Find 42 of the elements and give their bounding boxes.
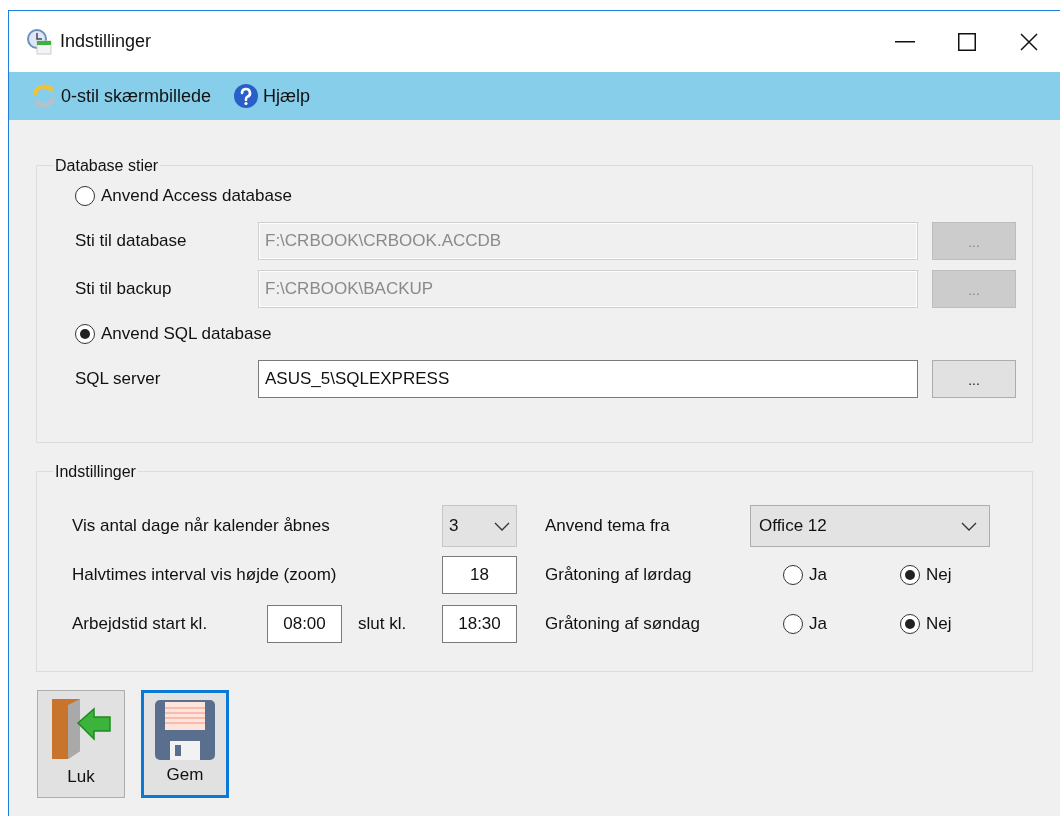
text-field[interactable]: 08:00: [267, 605, 342, 643]
text-field[interactable]: 18: [442, 556, 517, 594]
field-label: Sti til backup: [75, 278, 173, 301]
radio-button[interactable]: [783, 614, 803, 634]
radio-button[interactable]: [75, 186, 95, 206]
field-label: Gråtoning af lørdag: [545, 564, 693, 587]
browse-button[interactable]: ...: [932, 360, 1016, 398]
clock-calendar-icon: [26, 27, 52, 56]
toolbar-button[interactable]: 0-stil skærmbillede: [31, 82, 212, 110]
field-label: SQL server: [75, 368, 162, 391]
radio-label: Anvend SQL database: [101, 323, 272, 346]
chevron-down-icon: [961, 521, 977, 531]
chevron-down-icon: [494, 521, 510, 531]
field-label: Anvend tema fra: [545, 515, 671, 538]
maximize-icon: [958, 32, 976, 51]
close-icon: [1020, 32, 1038, 51]
save-button[interactable]: Gem: [141, 690, 229, 798]
text-field[interactable]: ASUS_5\SQLEXPRESS: [258, 360, 918, 398]
number-dropdown[interactable]: 3: [442, 505, 517, 547]
window-title: Indstillinger: [60, 30, 152, 53]
close-dialog-button[interactable]: Luk: [37, 690, 125, 798]
refresh-icon: [31, 83, 57, 109]
help-icon: [233, 83, 260, 109]
radio-label: Nej: [926, 613, 952, 636]
radio-button[interactable]: [900, 565, 920, 585]
toolbar-button[interactable]: Hjælp: [233, 82, 311, 110]
field-label: Sti til database: [75, 230, 188, 253]
radio-button[interactable]: [75, 324, 95, 344]
field-label: slut kl.: [357, 613, 408, 636]
radio-button[interactable]: [783, 565, 803, 585]
field-label: Halvtimes interval vis højde (zoom): [72, 564, 338, 587]
minimize-icon: [895, 40, 915, 43]
field-label: Gråtoning af søndag: [545, 613, 701, 636]
field-label: Arbejdstid start kl.: [72, 613, 209, 636]
theme-dropdown[interactable]: Office 12: [750, 505, 990, 547]
radio-label: Ja: [809, 613, 827, 636]
radio-label: Anvend Access database: [101, 185, 292, 208]
field-label: Vis antal dage når kalender åbnes: [72, 515, 331, 538]
radio-label: Ja: [809, 564, 827, 587]
text-field[interactable]: 18:30: [442, 605, 517, 643]
radio-button[interactable]: [900, 614, 920, 634]
radio-label: Nej: [926, 564, 952, 587]
